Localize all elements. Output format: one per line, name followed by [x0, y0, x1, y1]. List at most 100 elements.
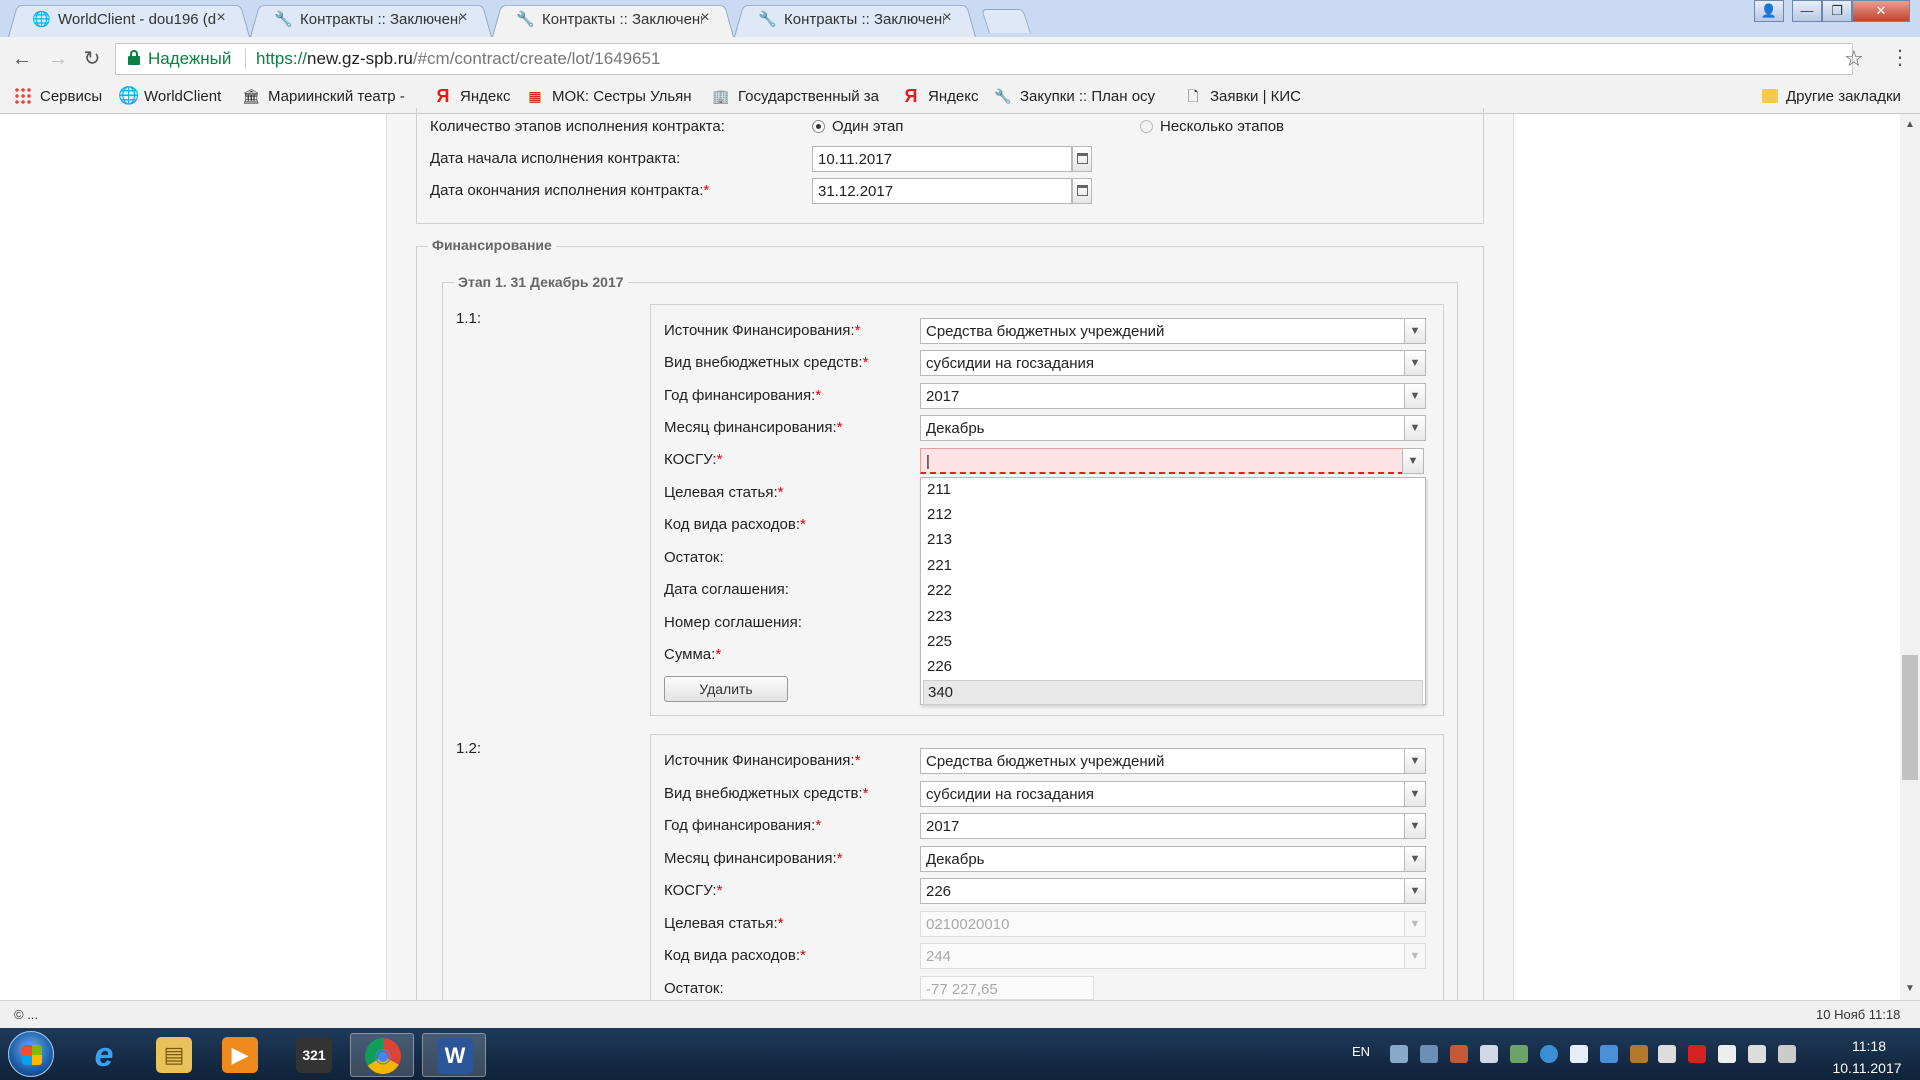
start-date-input[interactable]: 10.11.2017	[812, 146, 1072, 172]
source-select[interactable]: Средства бюджетных учреждений	[920, 748, 1406, 774]
end-date-input[interactable]: 31.12.2017	[812, 178, 1072, 204]
month-select[interactable]: Декабрь	[920, 415, 1406, 441]
back-button[interactable]: ←	[9, 46, 35, 72]
year-select[interactable]: 2017	[920, 383, 1406, 409]
battery-icon[interactable]	[1718, 1045, 1736, 1063]
tab-contracts-2-active[interactable]: 🔧 Контракты :: Заключени ×	[492, 2, 734, 38]
bookmark-mok[interactable]: ▦ МОК: Сестры Ульян	[526, 86, 691, 106]
opera-icon[interactable]	[1688, 1045, 1706, 1063]
chevron-down-icon[interactable]: ▼	[1404, 846, 1426, 872]
start-date-label: Дата начала исполнения контракта:	[430, 150, 681, 167]
bluetooth-icon[interactable]	[1420, 1045, 1438, 1063]
tray-app-icon[interactable]	[1540, 1045, 1558, 1063]
kosgu-option-highlighted[interactable]: 340	[923, 680, 1423, 705]
kosgu-option[interactable]: 211	[923, 478, 1423, 503]
one-stage-label[interactable]: Один этап	[832, 118, 903, 135]
year-select[interactable]: 2017	[920, 813, 1406, 839]
bookmark-yandex-1[interactable]: Я Яндекс	[434, 86, 511, 106]
chevron-down-icon[interactable]: ▼	[1404, 415, 1426, 441]
reload-button[interactable]: ↻	[79, 46, 105, 72]
scroll-down-icon[interactable]: ▼	[1900, 980, 1920, 998]
minimize-button[interactable]: —	[1792, 0, 1822, 22]
chevron-down-icon[interactable]: ▼	[1404, 813, 1426, 839]
forward-button[interactable]: →	[45, 46, 71, 72]
start-date-calendar-icon[interactable]	[1072, 146, 1092, 172]
month-select[interactable]: Декабрь	[920, 846, 1406, 872]
taskbar-explorer[interactable]: ▤	[142, 1033, 206, 1077]
signal-icon[interactable]	[1778, 1045, 1796, 1063]
user-icon[interactable]: 👤	[1754, 0, 1784, 22]
kosgu-combobox-input[interactable]: |	[920, 448, 1404, 474]
kosgu-option[interactable]: 223	[923, 605, 1423, 630]
browser-menu-icon[interactable]: ⋮	[1890, 45, 1910, 70]
kosgu-option[interactable]: 212	[923, 503, 1423, 528]
funds-type-select[interactable]: субсидии на госзадания	[920, 781, 1406, 807]
bookmark-zakupki[interactable]: 🔧 Закупки :: План осу	[994, 86, 1155, 106]
page-scrollbar[interactable]	[1900, 114, 1920, 1000]
close-tab-icon[interactable]: ×	[212, 8, 230, 28]
close-tab-icon[interactable]: ×	[454, 8, 472, 28]
chevron-down-icon[interactable]: ▼	[1404, 878, 1426, 904]
taskbar-clapper[interactable]: 321	[282, 1033, 346, 1077]
financing-item-number: 1.1:	[456, 310, 482, 327]
chevron-down-icon[interactable]: ▼	[1404, 350, 1426, 376]
chevron-down-icon[interactable]: ▼	[1404, 318, 1426, 344]
security-label[interactable]: Надежный	[148, 49, 231, 69]
taskbar-chrome[interactable]: ◉	[350, 1033, 414, 1077]
tray-app-icon[interactable]	[1658, 1045, 1676, 1063]
tray-app-icon[interactable]	[1390, 1045, 1408, 1063]
start-button[interactable]	[8, 1031, 54, 1077]
end-date-calendar-icon[interactable]	[1072, 178, 1092, 204]
restore-button[interactable]: ❐	[1822, 0, 1852, 22]
tray-app-icon[interactable]	[1600, 1045, 1618, 1063]
language-indicator[interactable]: EN	[1352, 1044, 1370, 1059]
taskbar-word[interactable]: W	[422, 1033, 486, 1077]
lock-icon[interactable]	[128, 50, 140, 66]
flag-icon[interactable]	[1480, 1045, 1498, 1063]
bookmark-gos[interactable]: 🏢 Государственный за	[712, 86, 879, 106]
kosgu-option[interactable]: 213	[923, 528, 1423, 553]
chevron-down-icon[interactable]: ▼	[1404, 748, 1426, 774]
shield-icon[interactable]	[1570, 1045, 1588, 1063]
clock-time[interactable]: 11:18	[1834, 1038, 1904, 1054]
tab-contracts-3[interactable]: 🔧 Контракты :: Заключени ×	[734, 2, 976, 38]
tray-app-icon[interactable]	[1630, 1045, 1648, 1063]
many-stages-radio[interactable]	[1140, 120, 1153, 133]
close-window-button[interactable]: ✕	[1852, 0, 1910, 22]
globe-icon: 🌐	[118, 86, 140, 105]
network-device-icon[interactable]	[1510, 1045, 1528, 1063]
clock-date[interactable]: 10.11.2017	[1822, 1060, 1912, 1076]
chevron-down-icon[interactable]: ▼	[1402, 448, 1424, 474]
tab-contracts-1[interactable]: 🔧 Контракты :: Заключени ×	[250, 2, 492, 38]
kosgu-select[interactable]: 226	[920, 878, 1406, 904]
kosgu-option[interactable]: 225	[923, 630, 1423, 655]
source-select[interactable]: Средства бюджетных учреждений	[920, 318, 1406, 344]
bookmark-worldclient[interactable]: 🌐 WorldClient	[118, 86, 221, 106]
close-tab-icon[interactable]: ×	[938, 8, 956, 28]
bookmark-star-icon[interactable]: ☆	[1844, 46, 1864, 72]
kosgu-option[interactable]: 222	[923, 579, 1423, 604]
chevron-down-icon[interactable]: ▼	[1404, 383, 1426, 409]
kosgu-option[interactable]: 226	[923, 655, 1423, 680]
bookmark-kis[interactable]: 🗋 Заявки | КИС	[1184, 86, 1301, 106]
bookmark-mariinsky[interactable]: 🏛 Мариинский театр -	[242, 86, 405, 106]
volume-icon[interactable]	[1748, 1045, 1766, 1063]
kosgu-option[interactable]: 221	[923, 554, 1423, 579]
taskbar-media-player[interactable]: ▶	[208, 1033, 272, 1077]
delete-button[interactable]: Удалить	[664, 676, 788, 702]
bookmark-services[interactable]: Сервисы	[14, 86, 102, 106]
bookmark-yandex-2[interactable]: Я Яндекс	[902, 86, 979, 106]
scroll-up-icon[interactable]: ▲	[1900, 116, 1920, 134]
new-tab-button[interactable]	[981, 9, 1031, 33]
scrollbar-thumb[interactable]	[1902, 655, 1918, 780]
funds-type-select[interactable]: субсидии на госзадания	[920, 350, 1406, 376]
close-tab-icon[interactable]: ×	[696, 8, 714, 28]
one-stage-radio[interactable]	[812, 120, 825, 133]
tray-app-icon[interactable]	[1450, 1045, 1468, 1063]
chevron-down-icon[interactable]: ▼	[1404, 781, 1426, 807]
bookmark-other[interactable]: Другие закладки	[1762, 86, 1901, 106]
url-text[interactable]: https://new.gz-spb.ru/#cm/contract/creat…	[256, 49, 660, 69]
taskbar-ie[interactable]: e	[72, 1033, 136, 1077]
many-stages-label[interactable]: Несколько этапов	[1160, 118, 1284, 135]
tab-worldclient[interactable]: 🌐 WorldClient - dou196 (d ×	[8, 2, 250, 38]
